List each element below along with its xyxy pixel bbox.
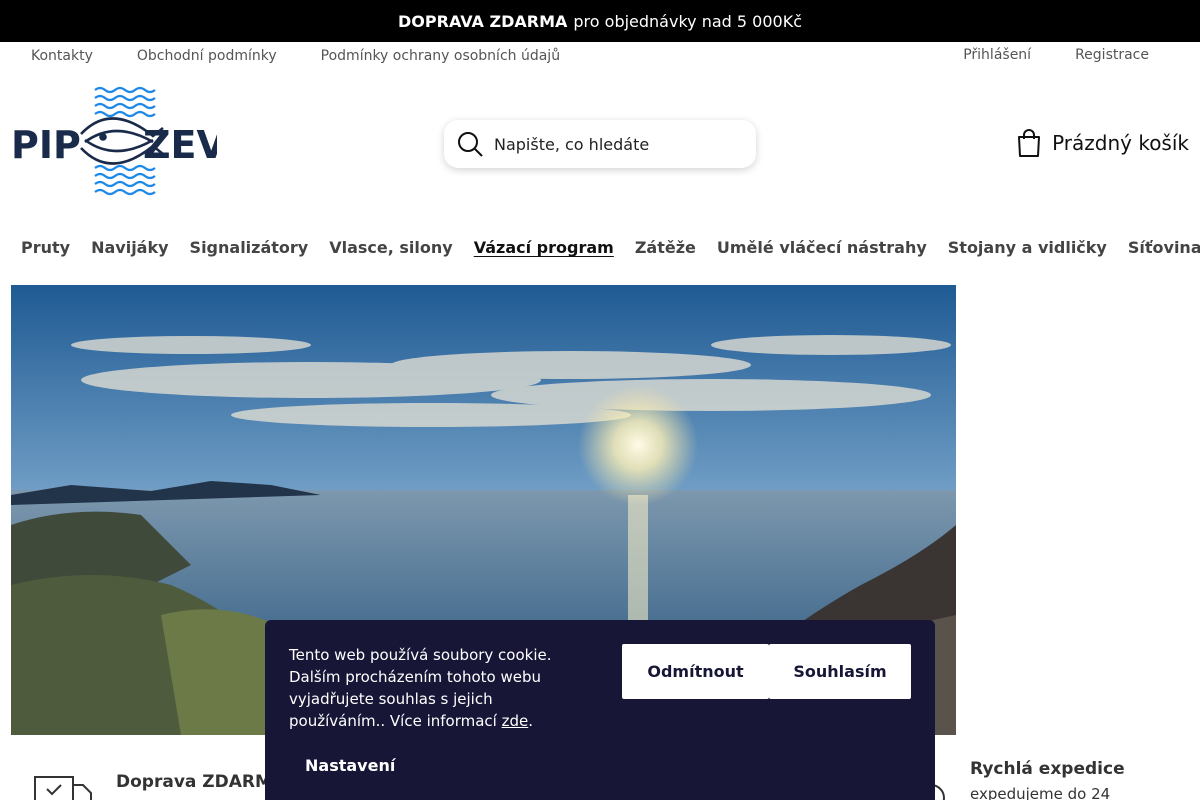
free-shipping-bar: DOPRAVA ZDARMA pro objednávky nad 5 000K… [0,0,1200,42]
nav-item-sitovina[interactable]: Síťovina [1128,238,1200,257]
benefit-expedition-text: expedujeme do 24 [970,785,1111,800]
nav-item-navijaky[interactable]: Navijáky [91,238,168,257]
search-icon [458,132,483,157]
utility-bar: Kontakty Obchodní podmínky Podmínky ochr… [0,42,1200,72]
link-privacy[interactable]: Podmínky ochrany osobních údajů [321,48,560,64]
free-shipping-bold: DOPRAVA ZDARMA [398,11,568,31]
main-navigation: Pruty Navijáky Signalizátory Vlasce, sil… [21,238,1200,257]
search-input[interactable] [494,134,734,154]
cookie-text: Tento web používá soubory cookie. Dalším… [289,644,579,732]
nav-item-stojany[interactable]: Stojany a vidličky [948,238,1107,257]
nav-item-umele-nastrahy[interactable]: Umělé vláčecí nástrahy [717,238,927,257]
cookie-settings-button[interactable]: Nastavení [305,756,395,775]
logo-text-left: PIP [11,123,81,167]
benefit-shipping: Doprava ZDARMA [116,772,285,792]
nav-item-zateze[interactable]: Zátěže [635,238,696,257]
cart-button[interactable]: Prázdný košík [1016,128,1189,158]
nav-item-vlasce[interactable]: Vlasce, silony [329,238,452,257]
search-box[interactable] [444,120,756,168]
cookie-more-info-link[interactable]: zde [502,712,529,730]
benefit-expedition: Rychlá expedice expedujeme do 24 [970,759,1125,800]
register-link[interactable]: Registrace [1075,47,1149,63]
free-shipping-text: pro objednávky nad 5 000Kč [573,11,802,31]
nav-item-pruty[interactable]: Pruty [21,238,70,257]
cart-label: Prázdný košík [1052,131,1189,155]
benefit-shipping-title: Doprava ZDARMA [116,772,286,792]
benefit-expedition-title: Rychlá expedice [970,759,1125,779]
delivery-truck-icon [34,776,92,800]
logo-text-right: ZEVL [143,123,217,167]
cookie-decline-button[interactable]: Odmítnout [622,644,769,699]
shopping-bag-icon [1018,129,1041,157]
cookie-accept-button[interactable]: Souhlasím [769,644,911,699]
cookie-consent-banner: Tento web používá soubory cookie. Dalším… [265,620,935,800]
site-logo[interactable]: PIP ZEVL [11,86,250,196]
nav-item-vazaci-program[interactable]: Vázací program [474,238,614,257]
cookie-period: . [528,712,534,730]
link-terms[interactable]: Obchodní podmínky [137,48,277,64]
login-link[interactable]: Přihlášení [963,47,1031,63]
link-contacts[interactable]: Kontakty [31,48,93,64]
nav-item-signalizatory[interactable]: Signalizátory [190,238,309,257]
